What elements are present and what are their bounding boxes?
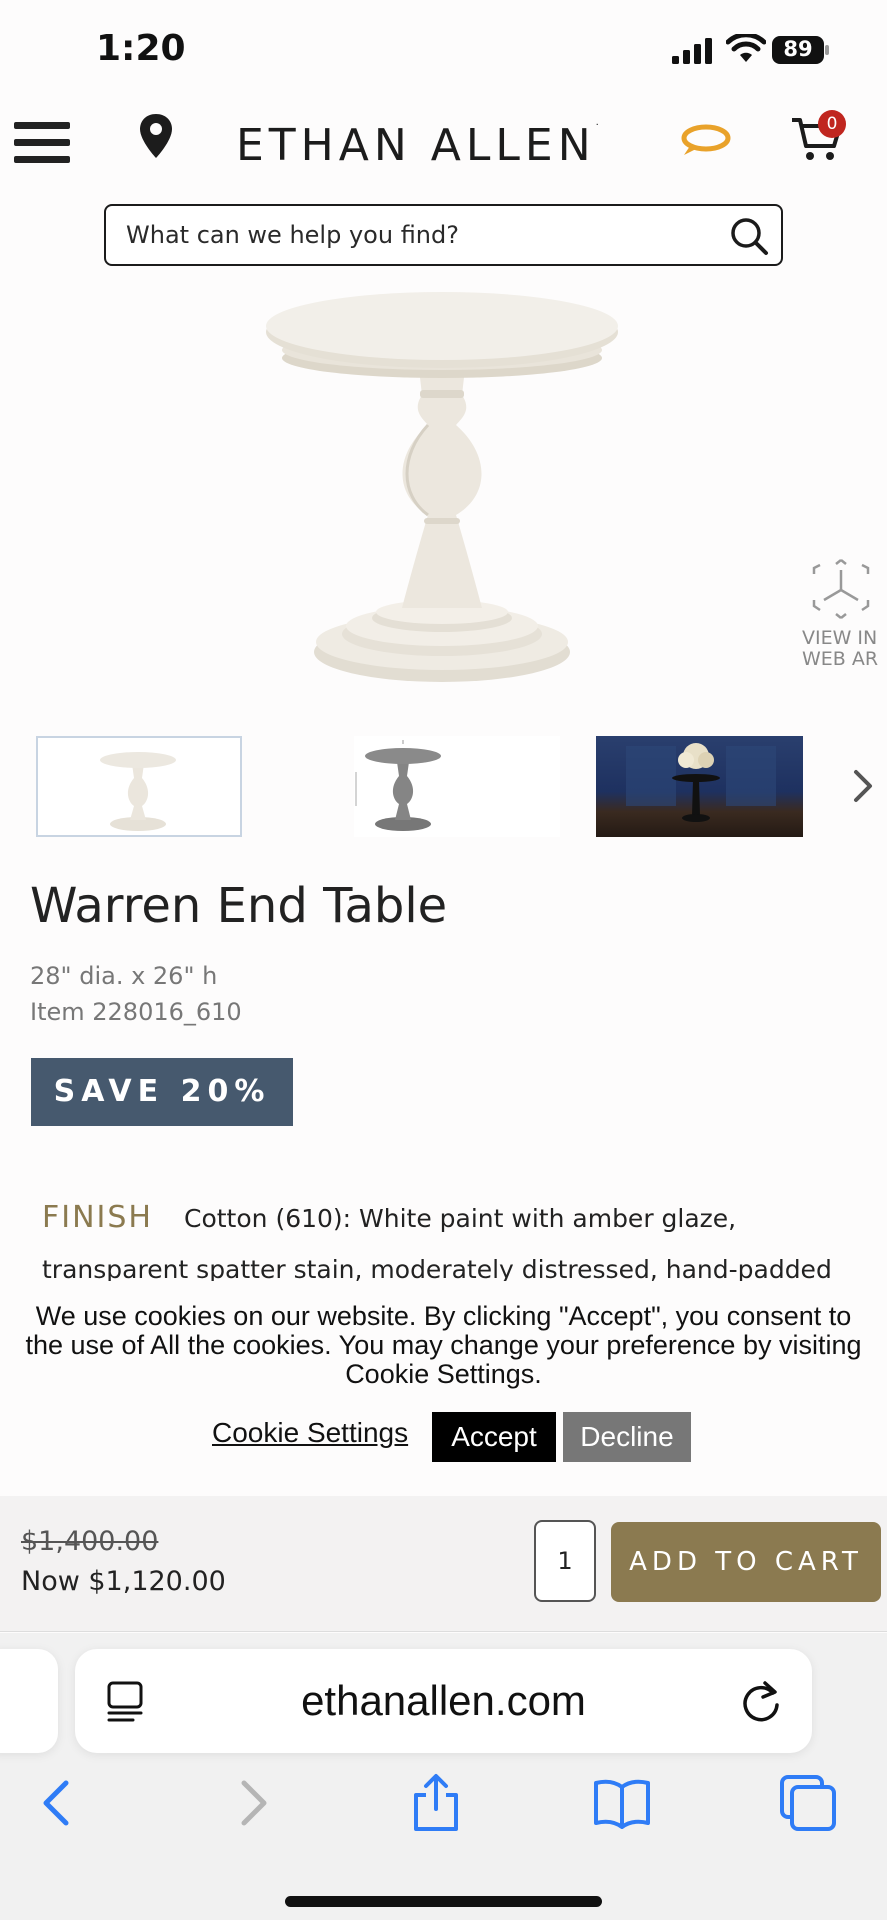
search-icon[interactable] [729, 216, 769, 256]
wifi-icon [726, 34, 766, 62]
battery-level: 89 [783, 37, 813, 61]
chevron-right-icon[interactable] [846, 764, 882, 808]
reload-icon[interactable] [739, 1679, 783, 1725]
finish-description-line2: transparent spatter stain, moderately di… [42, 1255, 832, 1281]
chat-bubble-icon[interactable] [680, 122, 732, 158]
thumbnail-3-image [626, 743, 776, 822]
product-title: Warren End Table [30, 878, 448, 934]
quantity-input[interactable]: 1 [534, 1520, 596, 1602]
thumbnail-3[interactable] [596, 736, 803, 837]
tabs-icon[interactable] [778, 1773, 838, 1833]
brand-logo[interactable]: ETHAN ALLEN· [236, 120, 604, 171]
map-pin-icon[interactable] [138, 114, 174, 158]
decline-cookies-button[interactable]: Decline [563, 1412, 691, 1462]
thumbnail-2-image [355, 740, 441, 831]
back-icon[interactable] [28, 1773, 88, 1833]
thumbnail-1[interactable] [36, 736, 242, 837]
add-to-cart-bar: $1,400.00 Now $1,120.00 1 ADD TO CART [0, 1496, 887, 1632]
previous-tab-peek[interactable] [0, 1649, 58, 1753]
search-bar [104, 204, 783, 266]
view-in-ar-button[interactable]: VIEW IN WEB AR [798, 556, 887, 676]
sale-price: Now $1,120.00 [21, 1566, 226, 1597]
accept-cookies-button[interactable]: Accept [432, 1412, 556, 1462]
url-text: ethanallen.com [301, 1677, 586, 1724]
product-main-image[interactable] [250, 290, 630, 690]
cart-count-badge: 0 [818, 110, 846, 138]
search-input[interactable] [126, 218, 706, 252]
status-bar: 1:20 89 [0, 0, 887, 100]
save-badge: SAVE 20% [31, 1058, 293, 1126]
product-dimensions: 28" dia. x 26" h [30, 962, 218, 990]
share-icon[interactable] [406, 1773, 466, 1833]
brand-logo-text: ETHAN ALLEN [236, 120, 596, 171]
forward-icon[interactable] [222, 1773, 282, 1833]
address-bar[interactable]: ethanallen.com [75, 1649, 812, 1753]
thumbnail-strip [36, 736, 887, 838]
add-to-cart-button[interactable]: ADD TO CART [611, 1522, 881, 1602]
original-price: $1,400.00 [21, 1526, 159, 1557]
bookmarks-icon[interactable] [592, 1773, 652, 1833]
hamburger-icon[interactable] [14, 122, 70, 164]
cookie-banner: We use cookies on our website. By clicki… [0, 1282, 887, 1496]
cookie-settings-link[interactable]: Cookie Settings [212, 1417, 408, 1449]
ar-label-line2: WEB AR [802, 648, 879, 670]
browser-chrome: ethanallen.com [0, 1633, 887, 1920]
site-header: ETHAN ALLEN· [0, 100, 887, 200]
cube-ar-icon [812, 559, 870, 619]
home-indicator [285, 1896, 602, 1907]
product-item-number: Item 228016_610 [30, 998, 242, 1026]
finish-label: FINISH [42, 1200, 153, 1235]
thumbnail-2[interactable] [354, 736, 560, 837]
finish-description-line1: Cotton (610): White paint with amber gla… [184, 1204, 737, 1233]
ar-label: VIEW IN WEB AR [802, 628, 878, 670]
battery-indicator: 89 [772, 36, 830, 64]
cookie-message: We use cookies on our website. By clicki… [25, 1301, 862, 1389]
trademark-mark: · [595, 120, 604, 131]
status-time: 1:20 [96, 28, 186, 69]
signal-icon [672, 38, 712, 64]
ar-label-line1: VIEW IN [802, 627, 878, 649]
thumbnail-1-image [100, 752, 176, 831]
